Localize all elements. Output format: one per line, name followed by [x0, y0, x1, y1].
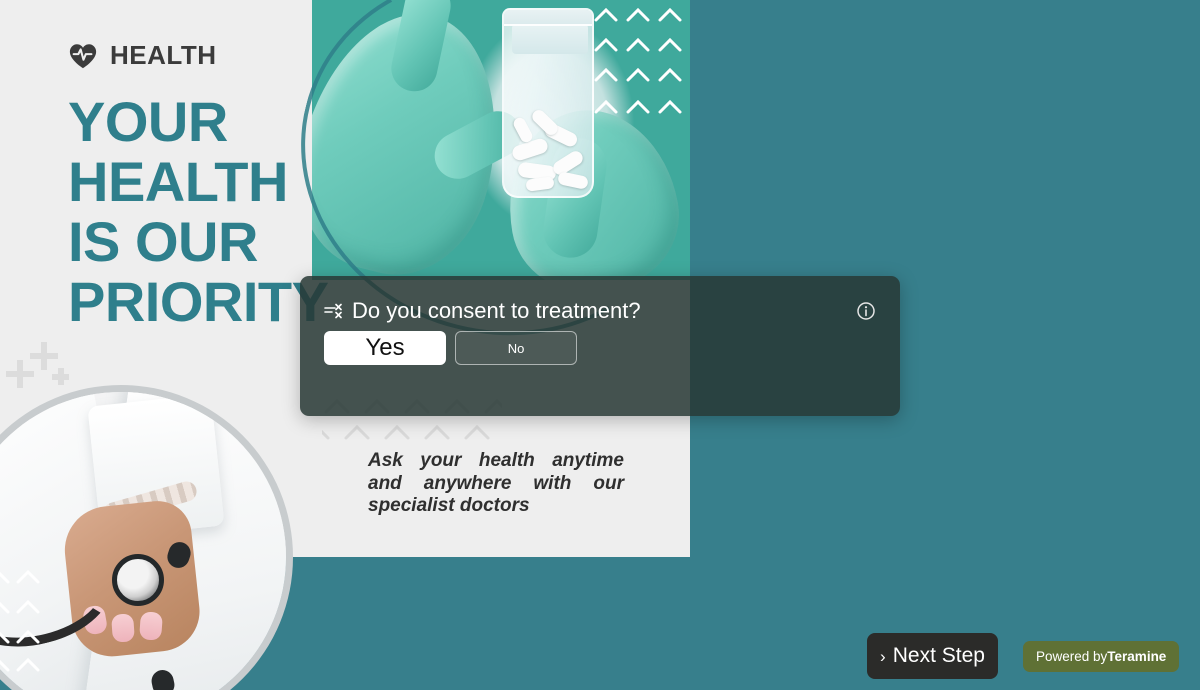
- consent-yes-button[interactable]: Yes: [324, 331, 446, 365]
- page-title: YOUR HEALTH IS OUR PRIORITY: [68, 90, 329, 333]
- brand-logo[interactable]: HEALTH: [68, 40, 217, 71]
- next-step-label: Next Step: [892, 644, 985, 667]
- headline-line-1: YOUR: [68, 90, 228, 153]
- chevron-right-icon: ›: [880, 646, 886, 666]
- page-root: HEALTH YOUR HEALTH IS OUR PRIORITY Ask y…: [0, 0, 1200, 690]
- consent-dialog-actions: Yes No: [324, 331, 577, 365]
- powered-by-prefix: Powered by: [1036, 649, 1108, 664]
- consent-no-button[interactable]: No: [455, 331, 577, 365]
- brand-name: HEALTH: [110, 40, 217, 70]
- headline-line-3: IS OUR: [68, 210, 258, 273]
- photo-hand-stethoscope: [0, 392, 286, 690]
- dialog-title: Do you consent to treatment?: [352, 298, 641, 323]
- powered-by-badge[interactable]: Powered by Teramine: [1023, 641, 1180, 672]
- powered-by-brand: Teramine: [1107, 649, 1167, 664]
- next-step-button[interactable]: › Next Step: [867, 633, 998, 679]
- info-circle-icon[interactable]: [856, 301, 876, 321]
- filter-sliders-icon: [324, 303, 342, 319]
- heart-pulse-icon: [69, 43, 97, 68]
- chevron-up-pattern-circle: [0, 569, 40, 672]
- headline-line-4: PRIORITY: [68, 270, 329, 333]
- hero-tagline: Ask your health anytime and anywhere wit…: [368, 450, 624, 516]
- dialog-header: Do you consent to treatment?: [324, 298, 876, 324]
- headline-line-2: HEALTH: [68, 150, 288, 213]
